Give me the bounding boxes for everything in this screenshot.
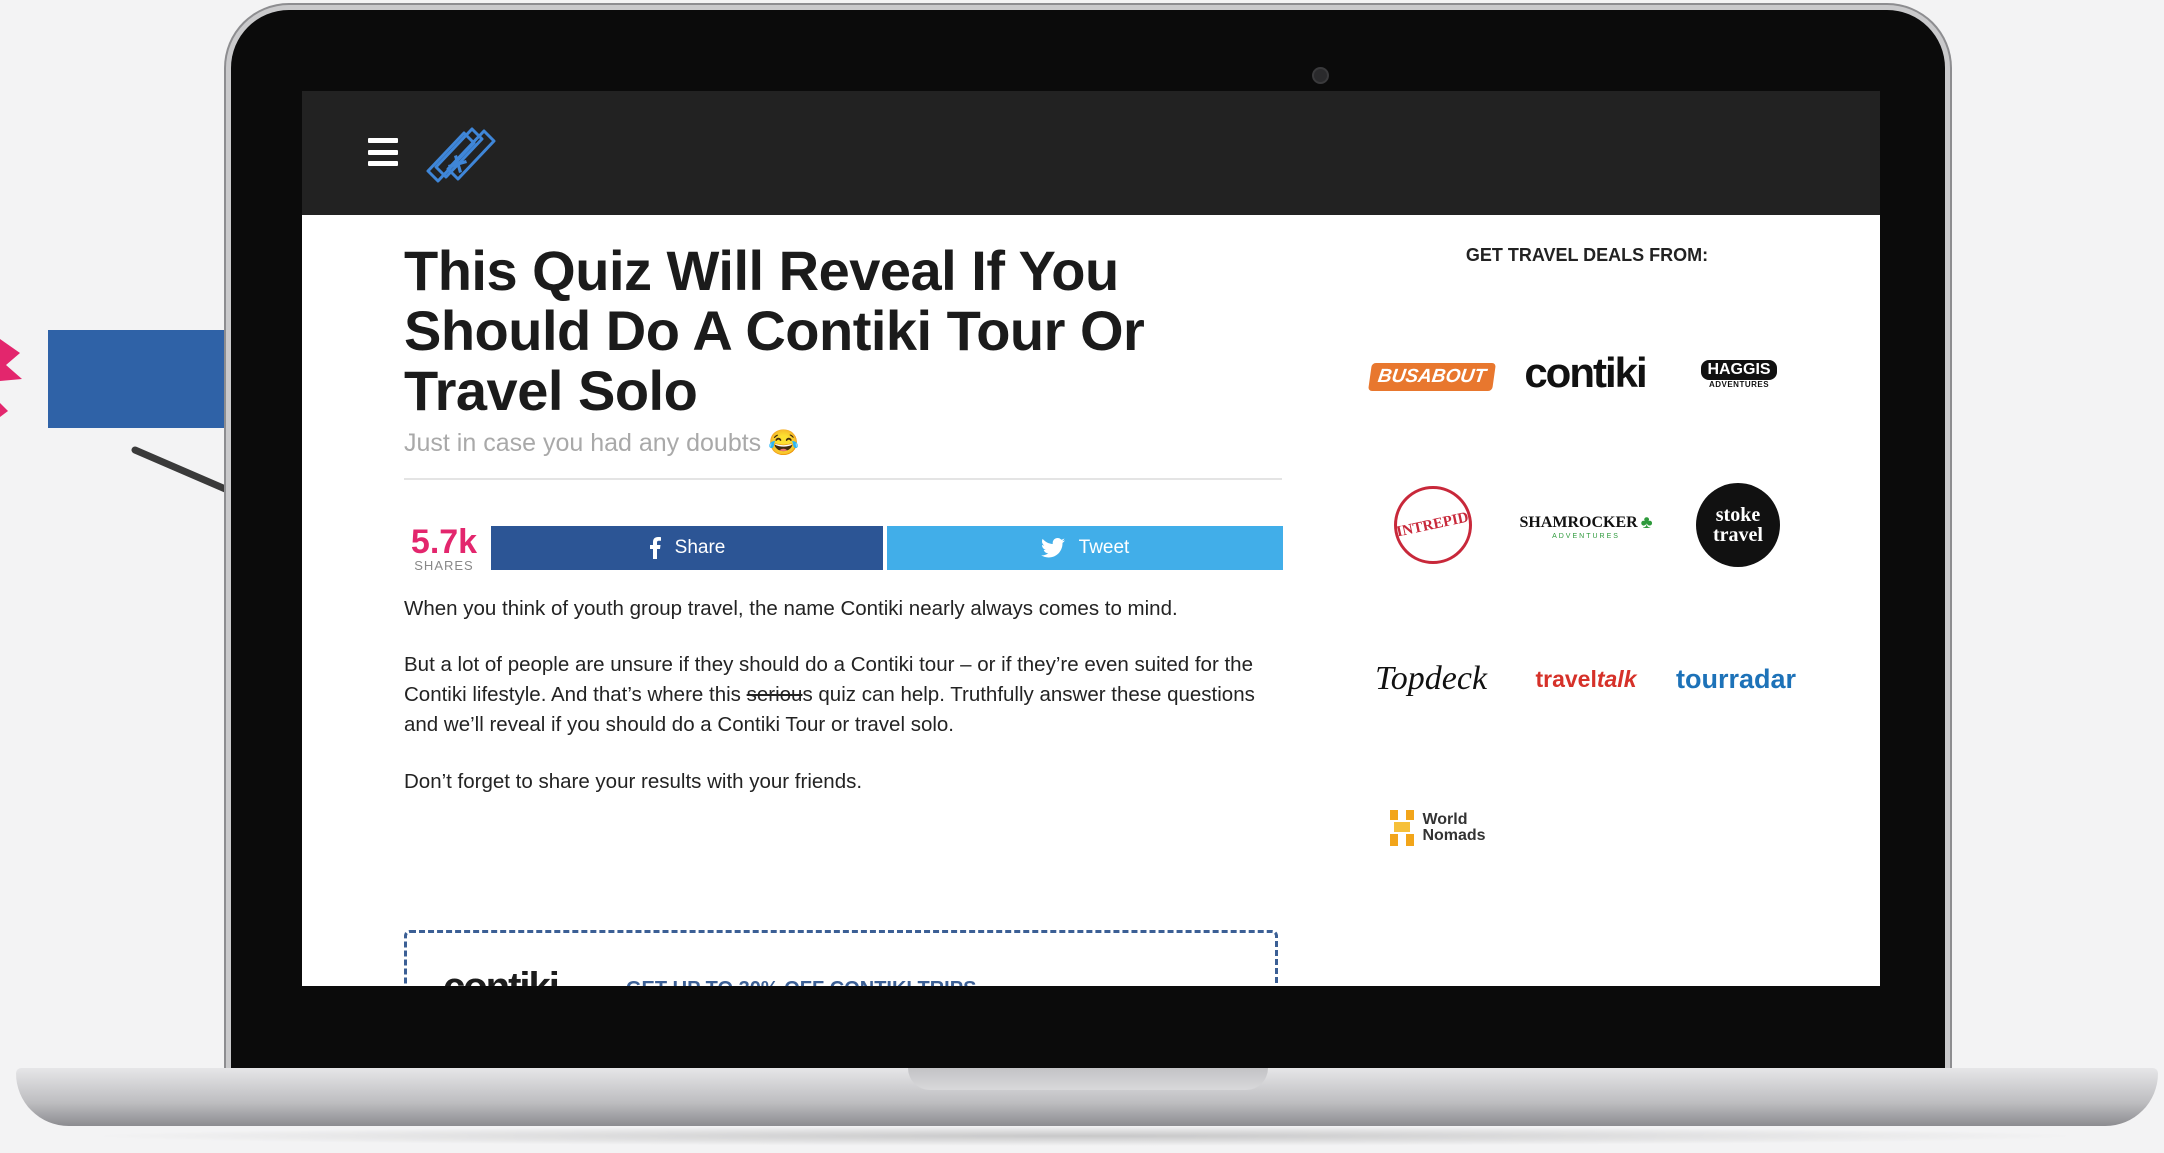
intrepid-wordmark: INTREPID [1395,509,1471,540]
shamrocker-wordmark: SHAMROCKER [1519,513,1638,531]
divider [404,478,1282,480]
site-header [302,91,1880,215]
twitter-tweet-label: Tweet [1078,537,1130,558]
laptop-shadow [80,1126,2090,1146]
contiki-promo-box[interactable]: contiki GET UP TO 30% OFF CONTIKI TRIPS [404,930,1278,986]
decorative-pink-shape [0,339,22,417]
partner-intrepid-logo[interactable]: INTREPID [1394,486,1472,564]
shamrocker-subtitle: ADVENTURES [1552,533,1620,540]
stoke-wordmark: stoke [1715,504,1761,526]
twitter-tweet-button[interactable]: Tweet [887,526,1283,570]
partner-topdeck-logo[interactable]: Topdeck [1366,651,1496,707]
partner-contiki-logo[interactable]: contiki [1520,341,1650,405]
contiki-promo-logo: contiki [443,965,560,986]
haggis-wordmark: HAGGIS [1701,359,1777,380]
tickets-logo-icon[interactable] [422,113,514,191]
partner-tourradar-logo[interactable]: tourradar [1666,657,1806,701]
partner-shamrocker-logo[interactable]: SHAMROCKER ♣ ADVENTURES [1519,501,1653,551]
partner-world-nomads-logo[interactable]: World Nomads [1382,803,1492,853]
travel-deals-heading: GET TRAVEL DEALS FROM: [1465,245,1709,265]
world-nomads-wordmark-a: World [1422,811,1468,828]
website-screen: This Quiz Will Reveal If You Should Do A… [302,91,1880,986]
paragraph-body: But a lot of people are unsure if they s… [404,650,1284,740]
paragraph-intro: When you think of youth group travel, th… [404,597,1178,620]
shamrock-icon: ♣ [1640,512,1653,532]
partner-stoke-travel-logo[interactable]: stoke travel [1696,483,1780,567]
paragraph-share-reminder: Don’t forget to share your results with … [404,770,863,793]
hamburger-menu-icon[interactable] [368,138,398,166]
world-nomads-wordmark-b: Nomads [1422,827,1486,844]
twitter-bird-icon [1040,538,1065,558]
partner-haggis-logo[interactable]: HAGGIS ADVENTURES [1694,349,1784,399]
traveltalk-wordmark-b: talk [1596,665,1637,692]
article: This Quiz Will Reveal If You Should Do A… [404,239,1284,986]
busabout-wordmark: BUSABOUT [1368,363,1496,391]
paragraph-body-strike: seriou [746,683,803,706]
traveltalk-wordmark-a: travel [1535,665,1597,692]
share-count-number: 5.7k [410,523,478,561]
article-subtitle: Just in case you had any doubts 😂 [404,429,800,457]
contiki-promo-link[interactable]: GET UP TO 30% OFF CONTIKI TRIPS [626,978,976,986]
article-title: This Quiz Will Reveal If You Should Do A… [404,239,1145,422]
partner-busabout-logo[interactable]: BUSABOUT [1368,353,1496,401]
share-bar: 5.7k SHARES Share Tweet [404,524,1284,574]
camera-dot [1312,67,1329,84]
facebook-share-button[interactable]: Share [491,526,883,570]
share-count: 5.7k SHARES [404,524,484,573]
partner-traveltalk-logo[interactable]: travel talk [1528,657,1644,701]
facebook-share-label: Share [674,537,726,558]
decorative-blue-block [48,330,233,428]
laptop-base-notch [908,1068,1268,1090]
world-nomads-icon [1390,810,1415,846]
facebook-icon [649,537,661,559]
share-count-label: SHARES [414,558,474,573]
haggis-subtitle: ADVENTURES [1708,379,1770,389]
stoke-travel-wordmark: travel [1713,524,1763,546]
